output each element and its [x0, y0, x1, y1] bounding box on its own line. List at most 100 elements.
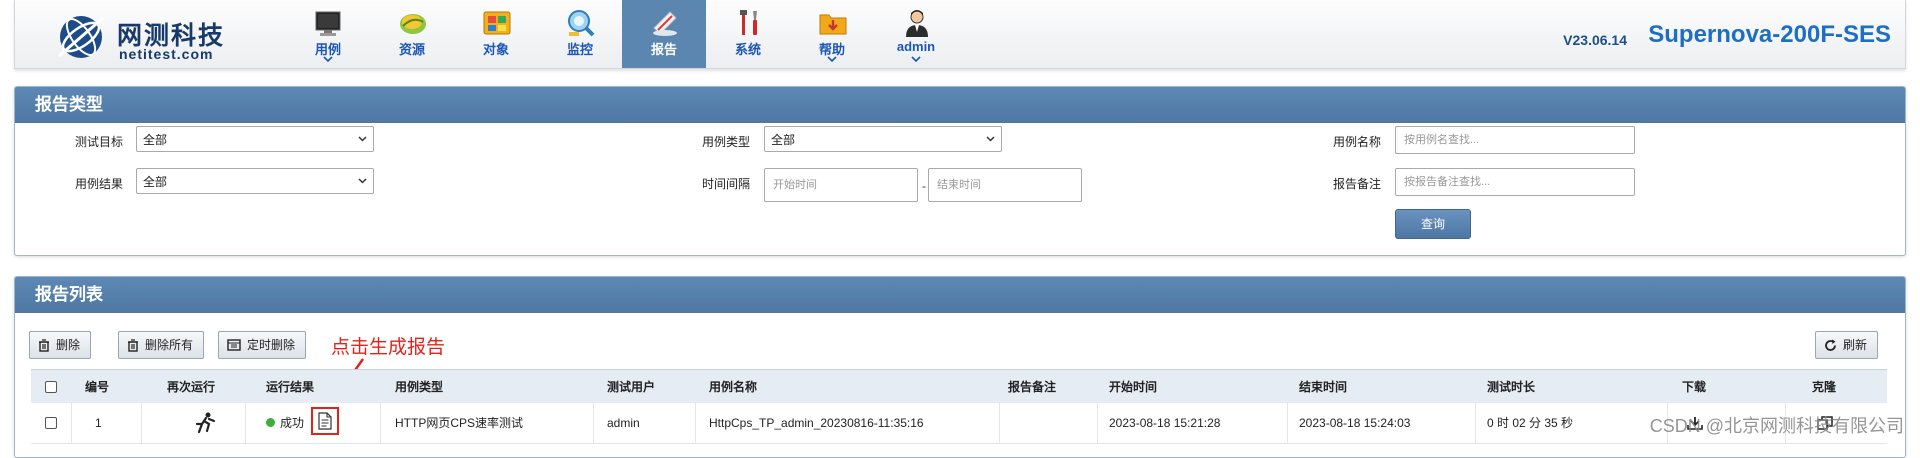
run-result: 成功	[266, 403, 304, 443]
column-divider	[71, 403, 72, 443]
test-target-select[interactable]: 全部	[136, 126, 374, 152]
column-header-end-time[interactable]: 结束时间	[1299, 370, 1347, 404]
column-divider	[380, 403, 381, 443]
help-folder-icon	[819, 14, 847, 35]
run-again-icon[interactable]	[193, 412, 217, 434]
case-name-cell: HttpCps_TP_admin_20230816-11:35:16	[709, 416, 924, 430]
chevron-down-icon	[827, 56, 837, 63]
case-type-select[interactable]: 全部	[764, 126, 1002, 152]
chevron-down-icon	[358, 136, 367, 142]
column-header-duration[interactable]: 测试时长	[1487, 370, 1535, 404]
refresh-button[interactable]: 刷新	[1815, 331, 1879, 359]
generate-report-annotation: 点击生成报告	[331, 337, 446, 358]
column-divider	[695, 403, 696, 443]
column-header-test-user[interactable]: 测试用户	[607, 370, 655, 404]
main-menu: 用例 资源 对象 监控 报告 系统 帮助 admin	[286, 0, 958, 68]
column-header-rerun[interactable]: 再次运行	[167, 370, 215, 404]
top-navigation-bar: 网测科技 netitest.com 用例 资源 对象 监控 报告 系统 帮助 a…	[14, 0, 1906, 69]
select-value: 全部	[771, 133, 796, 147]
resource-icon	[400, 14, 426, 34]
query-button[interactable]: 查询	[1395, 209, 1471, 239]
start-time-input[interactable]	[764, 168, 918, 202]
result-text: 成功	[280, 416, 305, 430]
generate-report-button[interactable]	[311, 407, 339, 435]
button-label: 删除所有	[145, 338, 194, 352]
report-type-filter-panel: 报告类型 测试目标 全部 用例类型 全部 用例名称 用例结果 全部 时间间隔 -…	[14, 86, 1906, 256]
trash-icon	[128, 338, 138, 352]
case-type-cell: HTTP网页CPS速率测试	[395, 416, 524, 430]
logo-english-name: netitest.com	[119, 46, 214, 62]
version-label: V23.06.14	[1563, 32, 1627, 48]
chevron-down-icon	[358, 178, 367, 184]
nav-item-admin[interactable]: admin	[874, 0, 958, 68]
product-name: Supernova-200F-SES	[1648, 21, 1891, 48]
test-target-label: 测试目标	[74, 135, 123, 149]
column-divider	[141, 403, 142, 443]
column-header-case-name[interactable]: 用例名称	[709, 370, 757, 404]
system-tools-icon	[740, 10, 757, 35]
report-remark-search-input[interactable]	[1395, 168, 1635, 196]
nav-label: 报告	[650, 42, 677, 57]
column-header-report-remark[interactable]: 报告备注	[1008, 370, 1056, 404]
column-divider	[1475, 403, 1476, 443]
chevron-down-icon	[911, 56, 921, 63]
nav-item-system[interactable]: 系统	[706, 0, 790, 68]
nav-label: 资源	[398, 42, 425, 57]
column-divider	[245, 403, 246, 443]
case-name-label: 用例名称	[1332, 135, 1381, 149]
column-header-clone[interactable]: 克隆	[1812, 370, 1836, 404]
report-list-panel: 报告列表 删除 删除所有 定时删除 点击生成报告 刷新 编号 再次运行 运行结果…	[14, 276, 1906, 458]
delete-button[interactable]: 删除	[29, 331, 92, 359]
chevron-down-icon	[986, 136, 995, 142]
testcase-icon	[315, 11, 341, 36]
column-header-start-time[interactable]: 开始时间	[1109, 370, 1157, 404]
document-icon	[318, 412, 332, 430]
row-id: 1	[95, 416, 102, 430]
end-time-cell: 2023-08-18 15:24:03	[1299, 416, 1411, 430]
case-result-select[interactable]: 全部	[136, 168, 374, 194]
globe-logo-icon	[58, 16, 104, 58]
nav-label: admin	[896, 39, 936, 54]
trash-icon	[39, 338, 49, 352]
start-time-cell: 2023-08-18 15:21:28	[1109, 416, 1221, 430]
select-all-checkbox[interactable]	[45, 381, 57, 393]
end-time-input[interactable]	[928, 168, 1082, 202]
column-divider	[593, 403, 594, 443]
column-divider	[1287, 403, 1288, 443]
scheduled-delete-button[interactable]: 定时删除	[218, 331, 307, 359]
success-status-dot	[266, 418, 275, 428]
chevron-down-icon	[323, 56, 333, 63]
column-header-download[interactable]: 下载	[1682, 370, 1706, 404]
button-label: 定时删除	[247, 338, 296, 352]
report-remark-label: 报告备注	[1332, 177, 1381, 191]
table-row[interactable]: 1 成功 HTTP网页CPS速率测试 admin HttpCps_TP_admi…	[31, 403, 1887, 444]
nav-item-monitor[interactable]: 监控	[538, 0, 622, 68]
calendar-icon	[227, 339, 241, 351]
delete-all-button[interactable]: 删除所有	[118, 331, 205, 359]
nav-item-help[interactable]: 帮助	[790, 0, 874, 68]
column-header-id[interactable]: 编号	[85, 370, 109, 404]
column-header-result[interactable]: 运行结果	[266, 370, 314, 404]
button-label: 删除	[56, 338, 81, 352]
case-type-label: 用例类型	[701, 135, 750, 149]
nav-label: 监控	[566, 42, 593, 57]
nav-item-object[interactable]: 对象	[454, 0, 538, 68]
column-divider	[1097, 403, 1098, 443]
nav-item-resource[interactable]: 资源	[370, 0, 454, 68]
panel-title: 报告列表	[15, 277, 1905, 313]
case-result-label: 用例结果	[74, 177, 123, 191]
nav-item-report[interactable]: 报告	[622, 0, 706, 68]
company-logo[interactable]: 网测科技 netitest.com	[53, 10, 273, 62]
row-checkbox[interactable]	[45, 417, 57, 429]
duration-cell: 0 时 02 分 35 秒	[1487, 416, 1574, 430]
report-table-header: 编号 再次运行 运行结果 用例类型 测试用户 用例名称 报告备注 开始时间 结束…	[31, 369, 1887, 405]
case-name-search-input[interactable]	[1395, 126, 1635, 154]
column-header-case-type[interactable]: 用例类型	[395, 370, 443, 404]
user-icon	[906, 10, 928, 37]
select-value: 全部	[143, 133, 168, 147]
csdn-watermark: CSDN @北京网测科技有限公司	[1649, 416, 1904, 436]
nav-item-testcase[interactable]: 用例	[286, 0, 370, 68]
nav-label: 对象	[482, 42, 509, 57]
time-range-label: 时间间隔	[701, 177, 750, 191]
select-value: 全部	[143, 175, 168, 189]
